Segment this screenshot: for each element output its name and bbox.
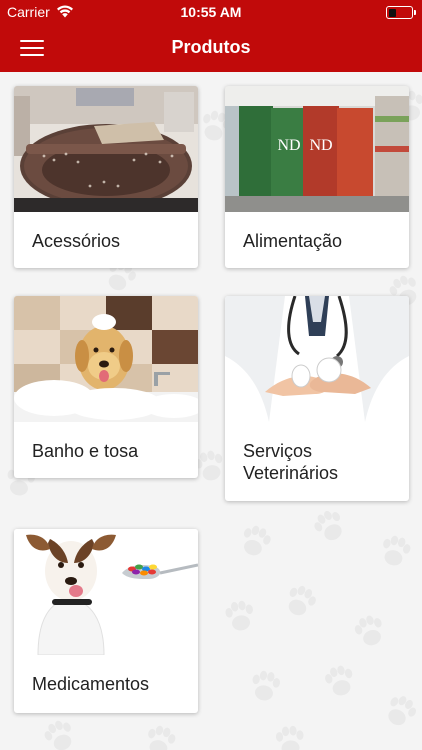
dog-medicine-photo [14, 529, 198, 655]
category-label: Alimentação [243, 231, 343, 251]
category-card-alimentacao[interactable]: ND ND Alimentação [225, 86, 409, 268]
battery-icon [386, 6, 416, 19]
status-bar: Carrier 10:55 AM [0, 0, 422, 24]
category-label: Acessórios [32, 231, 121, 251]
category-label: Serviços Veterinários [225, 422, 409, 484]
category-card-servicos-veterinarios[interactable]: Serviços Veterinários [225, 296, 409, 501]
pet-food-bags-photo: ND ND [225, 86, 409, 212]
category-label-line2: Veterinários [243, 463, 339, 483]
veterinarian-hands-photo [225, 296, 409, 422]
category-label-line1: Serviços [243, 441, 313, 461]
svg-text:ND: ND [277, 137, 300, 154]
category-label: Medicamentos [32, 674, 150, 694]
clock-time: 10:55 AM [180, 4, 242, 20]
category-card-acessorios[interactable]: Acessórios [14, 86, 198, 268]
pet-bed-photo [14, 86, 198, 212]
category-card-medicamentos[interactable]: Medicamentos [14, 529, 198, 713]
navigation-bar: Produtos [0, 24, 422, 72]
battery-level [388, 8, 396, 17]
category-label: Banho e tosa [32, 441, 139, 461]
category-card-banho-e-tosa[interactable]: Banho e tosa [14, 296, 198, 478]
dog-bath-photo [14, 296, 198, 422]
svg-text:ND: ND [309, 137, 332, 154]
page-title: Produtos [171, 37, 251, 57]
